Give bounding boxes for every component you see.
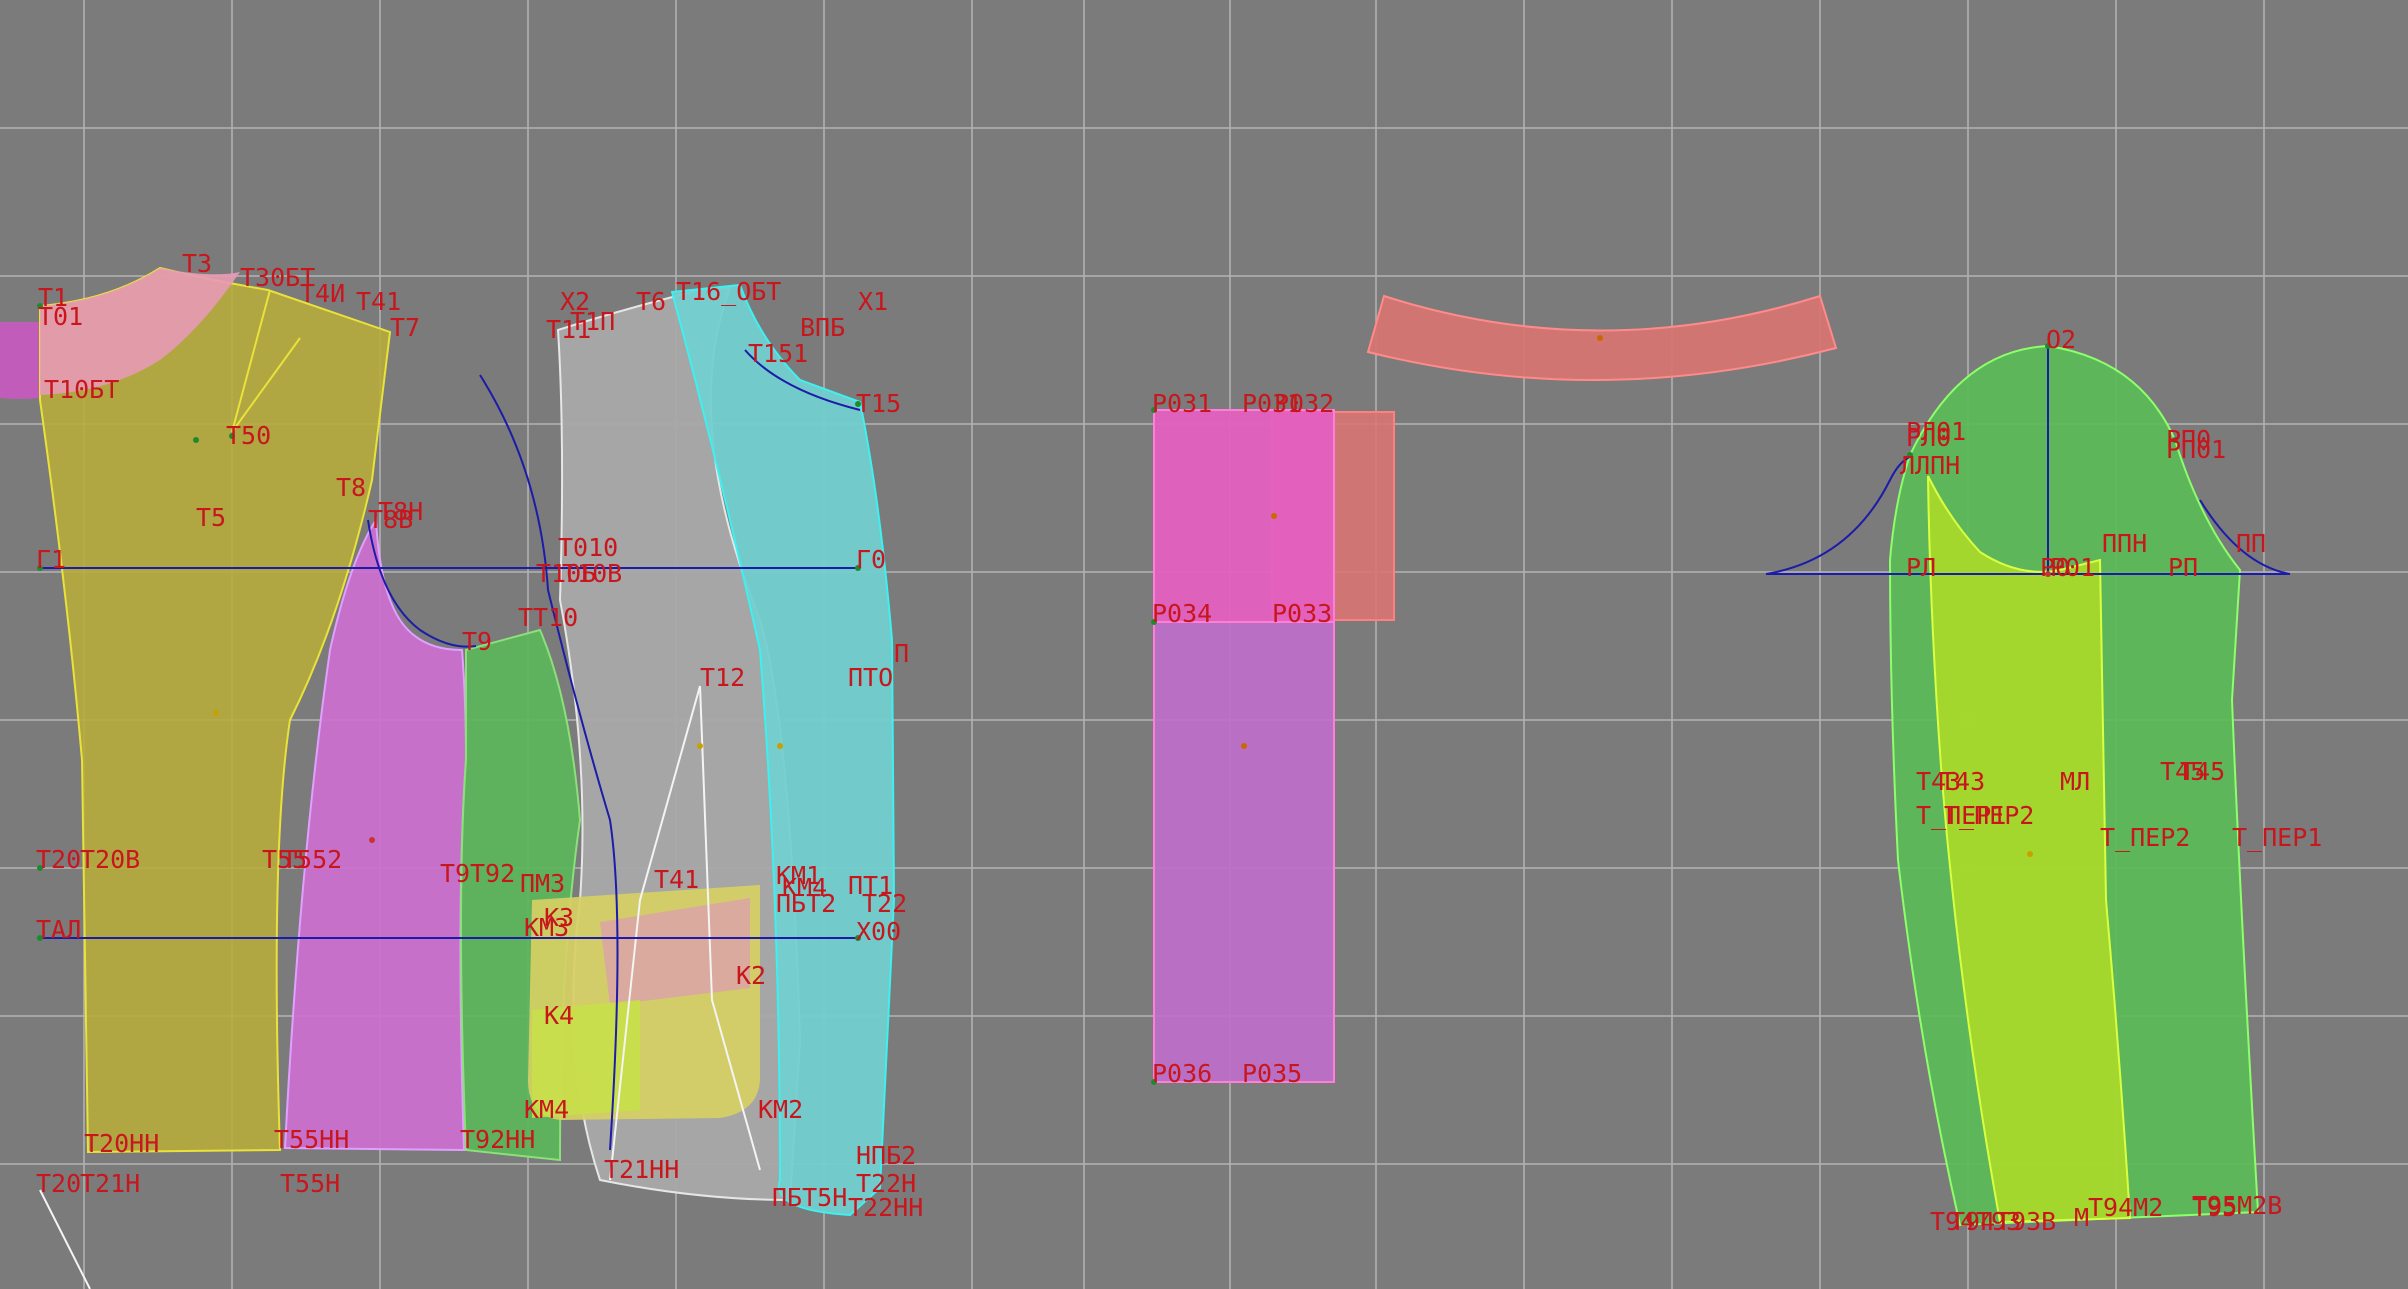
point-label: Т1П (570, 307, 615, 336)
point-label: Р033 (1272, 599, 1332, 628)
point-label: Т12 (700, 663, 745, 692)
point-label: Т5 (196, 503, 226, 532)
point-label: Т21НН (604, 1155, 679, 1184)
point-label: РЛ0 (1906, 423, 1951, 452)
point-label: Т43 (1940, 767, 1985, 796)
point-label: Т_ПЕР2 (1944, 801, 2034, 830)
belt-purple-piece[interactable] (1153, 621, 1335, 1083)
point-label: Р035 (1242, 1059, 1302, 1088)
point-label: КМ4 (524, 1095, 569, 1124)
belt-pink-piece[interactable] (1153, 409, 1335, 623)
point-label: Т45 (2180, 757, 2225, 786)
point-label: О2 (2046, 325, 2076, 354)
point-label: Т94М2 (2088, 1193, 2163, 1222)
point-label: Т010 (558, 533, 618, 562)
point-label: ПБТ2 (776, 889, 836, 918)
point-label: Т7 (390, 313, 420, 342)
point-label: Т4И (300, 279, 345, 308)
point-label: Т6 (636, 287, 666, 316)
point-label: Т8 (336, 473, 366, 502)
point-label: Т22НН (848, 1193, 923, 1222)
point-label: Т10В (562, 559, 622, 588)
point-label: Т10БТ (44, 375, 119, 404)
point-label: Т93В (1996, 1207, 2056, 1236)
point-label: КМ3 (524, 913, 569, 942)
point-label: К2 (736, 961, 766, 990)
point-label: Т55НН (274, 1125, 349, 1154)
point-label: КМ2 (758, 1095, 803, 1124)
point-label: ЛЛПН (1900, 451, 1960, 480)
back-yoke-left-fragment[interactable] (0, 322, 40, 399)
point-label: Р031 (1152, 389, 1212, 418)
point-label: ПМ3 (520, 869, 565, 898)
pattern-canvas[interactable]: Т1 Т01 Т3 Т30БТ Т4И Т41 Т7 Т10БТ Т50 Т8 … (0, 0, 2408, 1289)
point-label: Х00 (856, 917, 901, 946)
point-label: Т92 (470, 859, 515, 888)
point-label: Т95М2В (2192, 1191, 2282, 1220)
point-label: ПБТ5Н (772, 1183, 847, 1212)
point-label: ПТО (848, 663, 893, 692)
point-label: Т50 (226, 421, 271, 450)
point-label: Р032 (1274, 389, 1334, 418)
point-label: Т92НН (460, 1125, 535, 1154)
point-label: РП (2168, 553, 2198, 582)
point-label: Т_ПЕР2 (2100, 823, 2190, 852)
point-label: Т20В (80, 845, 140, 874)
point-label: ТТ10 (518, 603, 578, 632)
point-label: Т9 (462, 627, 492, 656)
point-label: НПБ2 (856, 1141, 916, 1170)
point-label: Т9 (440, 859, 470, 888)
point-label: П (894, 639, 909, 668)
point-label: М (2074, 1203, 2089, 1232)
point-label: Т3 (182, 249, 212, 278)
point-label: Х1 (858, 287, 888, 316)
point-label: Т_ПЕР1 (2232, 823, 2322, 852)
point-label: ВПБ (800, 313, 845, 342)
point-label: Т41 (654, 865, 699, 894)
point-label: Т552 (282, 845, 342, 874)
point-label: Т41 (356, 287, 401, 316)
point-label: Т151 (748, 339, 808, 368)
point-label: Т8В (368, 505, 413, 534)
point-label: Г1 (36, 545, 66, 574)
point-label: Р036 (1152, 1059, 1212, 1088)
point-label: РЛ (1906, 553, 1936, 582)
point-label: Р034 (1152, 599, 1212, 628)
point-label: Т20 (36, 1169, 81, 1198)
point-label: ТАЛ (36, 915, 81, 944)
point-label: ПП (2236, 529, 2266, 558)
point-label: Т15 (856, 389, 901, 418)
point-label: МЛ (2060, 767, 2090, 796)
point-label: РП01 (2166, 435, 2226, 464)
point-label: Т22 (862, 889, 907, 918)
point-label: Т16_ОБТ (676, 277, 781, 306)
point-label: Т21Н (80, 1169, 140, 1198)
point-label: Г0 (856, 545, 886, 574)
point-label: Т20НН (84, 1129, 159, 1158)
point-label: Т55Н (280, 1169, 340, 1198)
point-label: Т01 (38, 302, 83, 331)
point-label: К4 (544, 1001, 574, 1030)
point-label: ППН (2102, 529, 2147, 558)
point-label: Р01 (2050, 553, 2095, 582)
point-label: Т20 (36, 845, 81, 874)
